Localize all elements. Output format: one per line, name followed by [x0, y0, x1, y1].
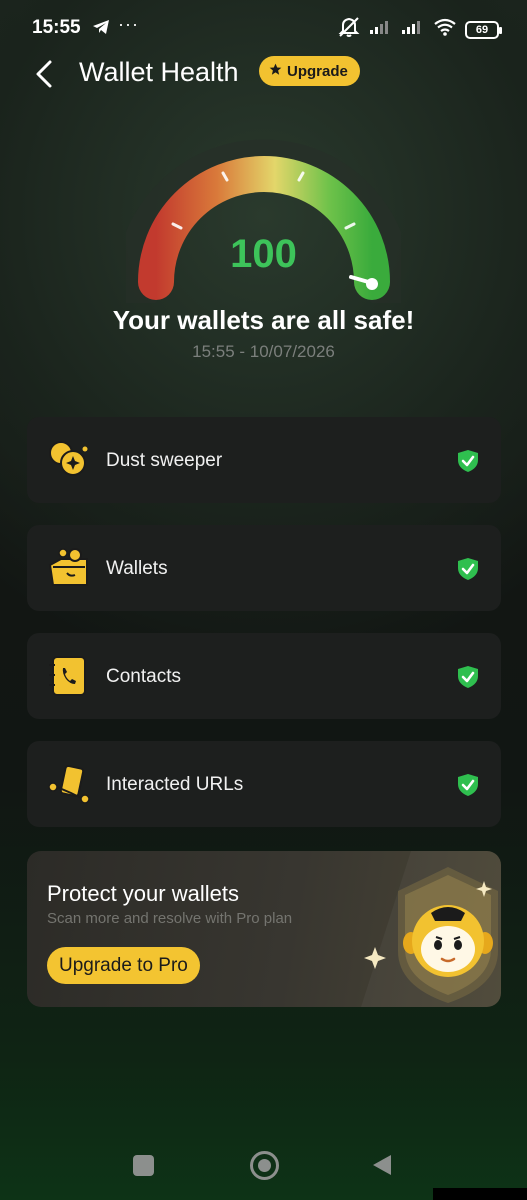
- system-back-button[interactable]: [371, 1153, 393, 1177]
- upgrade-to-pro-button[interactable]: Upgrade to Pro: [47, 947, 200, 984]
- shield-check-icon: [457, 773, 479, 797]
- contact-book-icon: [47, 655, 91, 697]
- check-item-dust-sweeper[interactable]: Dust sweeper: [27, 417, 501, 503]
- wallet-folder-icon: [47, 547, 91, 589]
- safety-message: Your wallets are all safe!: [112, 305, 415, 335]
- coins-icon: [47, 439, 91, 481]
- check-item-wallets[interactable]: Wallets: [27, 525, 501, 611]
- more-notifications-icon: ···: [118, 14, 139, 34]
- signal-icon-2: [401, 19, 425, 40]
- back-arrow-icon[interactable]: [30, 56, 60, 92]
- mascot-shield-illustration: [361, 851, 501, 1007]
- telegram-icon: [92, 19, 110, 40]
- home-button[interactable]: [250, 1151, 279, 1180]
- shield-check-icon: [457, 665, 479, 689]
- scan-timestamp: 15:55 - 10/07/2026: [192, 342, 335, 361]
- status-time: 15:55: [32, 17, 81, 38]
- check-item-label: Interacted URLs: [106, 774, 244, 795]
- check-item-interacted-urls[interactable]: Interacted URLs: [27, 741, 501, 827]
- check-item-label: Contacts: [106, 666, 181, 687]
- wifi-icon: [433, 18, 457, 41]
- mute-icon: [337, 16, 361, 43]
- battery-indicator: 69: [465, 20, 502, 39]
- upgrade-button[interactable]: Upgrade: [259, 56, 360, 86]
- recent-apps-button[interactable]: [133, 1155, 154, 1176]
- upgrade-label: Upgrade: [287, 62, 348, 80]
- promo-subtitle: Scan more and resolve with Pro plan: [47, 910, 293, 927]
- promo-title: Protect your wallets: [47, 881, 239, 906]
- check-item-label: Dust sweeper: [106, 450, 223, 471]
- app-header: Wallet Health Upgrade: [0, 50, 527, 96]
- check-item-label: Wallets: [106, 558, 168, 579]
- page-title: Wallet Health: [79, 57, 239, 87]
- check-item-contacts[interactable]: Contacts: [27, 633, 501, 719]
- shield-check-icon: [457, 449, 479, 473]
- link-card-icon: [47, 763, 91, 805]
- health-score: 100: [230, 232, 297, 276]
- signal-icon: [369, 19, 393, 40]
- screen-corner: [433, 1188, 527, 1200]
- pro-promo-card: Protect your wallets Scan more and resol…: [27, 851, 501, 1007]
- shield-check-icon: [457, 557, 479, 581]
- star-icon: [269, 63, 282, 80]
